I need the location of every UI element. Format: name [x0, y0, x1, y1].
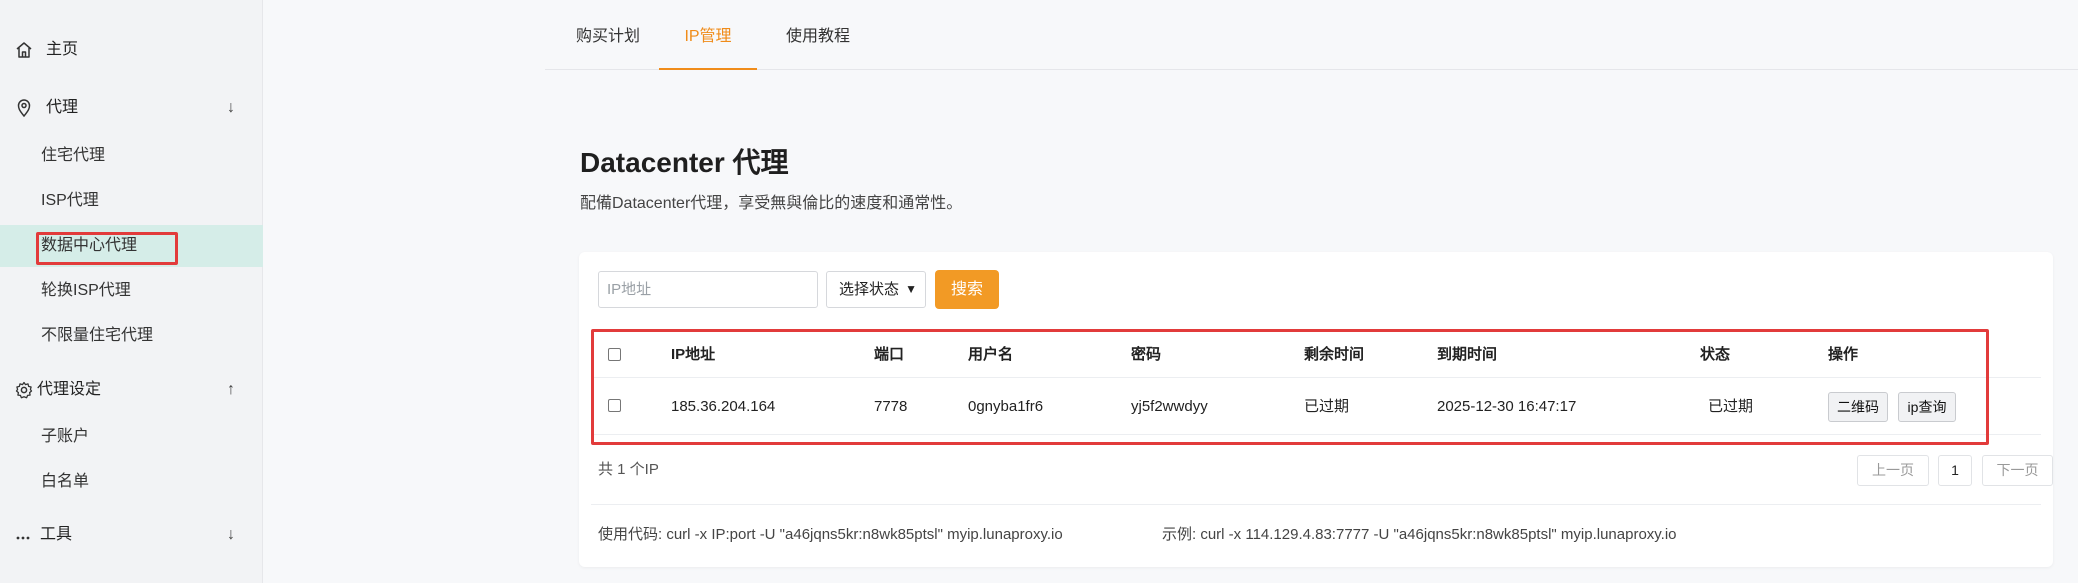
status-select-value: 选择状态 — [839, 281, 900, 298]
sidebar-item-label: 子账户 — [41, 428, 90, 445]
sidebar: 主页 代理 ↓ 住宅代理 ISP代理 数据中心代理 轮换ISP代理 不限量住宅代… — [0, 0, 263, 583]
next-page-button[interactable]: 下一页 — [1982, 455, 2053, 486]
arrow-down-icon[interactable]: ↓ — [224, 97, 238, 119]
tab-bar: 购买计划 IP管理 使用教程 — [545, 0, 2078, 70]
sidebar-item-label: 白名单 — [41, 473, 90, 490]
usage-example: 示例: curl -x 114.129.4.83:7777 -U "a46jqn… — [1162, 526, 1677, 543]
sidebar-item-home[interactable]: 主页 — [0, 28, 263, 72]
sidebar-item-label: 住宅代理 — [41, 147, 106, 164]
tab-purchase-plan[interactable]: 购买计划 — [572, 0, 644, 70]
sidebar-item-proxy[interactable]: 代理 ↓ — [0, 86, 263, 130]
sidebar-item-label: 轮换ISP代理 — [41, 282, 131, 299]
sidebar-item-label: 工具 — [40, 526, 73, 543]
search-button[interactable]: 搜索 — [935, 270, 999, 309]
sidebar-item-label: 代理 — [46, 99, 79, 116]
chevron-down-icon: ▼ — [905, 282, 917, 296]
ip-search-input[interactable] — [598, 271, 818, 308]
sidebar-item-label: 不限量住宅代理 — [41, 327, 154, 344]
page-number-button[interactable]: 1 — [1938, 455, 1972, 486]
sidebar-item-label: ISP代理 — [41, 192, 99, 209]
status-select[interactable]: 选择状态 ▼ — [826, 271, 926, 308]
usage-code: 使用代码: curl -x IP:port -U "a46jqns5kr:n8w… — [598, 526, 1063, 543]
highlight-box — [36, 232, 178, 265]
gear-icon — [15, 381, 33, 399]
ip-count: 共 1 个IP — [598, 461, 659, 478]
sidebar-item-unlimited-residential-proxy[interactable]: 不限量住宅代理 — [0, 315, 263, 357]
page-subtitle: 配備Datacenter代理，享受無與倫比的速度和通常性。 — [580, 195, 963, 212]
tab-ip-management[interactable]: IP管理 — [659, 0, 757, 70]
sidebar-item-rotating-isp-proxy[interactable]: 轮换ISP代理 — [0, 270, 263, 312]
ip-list-card: 选择状态 ▼ 搜索 IP地址 端口 用户名 密码 剩余时间 到期时间 状态 操作… — [579, 252, 2053, 567]
tab-tutorial[interactable]: 使用教程 — [782, 0, 854, 70]
prev-page-button[interactable]: 上一页 — [1857, 455, 1929, 486]
sidebar-item-proxy-settings[interactable]: 代理设定 ↑ — [0, 368, 263, 412]
divider — [591, 504, 2041, 505]
sidebar-item-isp-proxy[interactable]: ISP代理 — [0, 180, 263, 222]
more-dots-icon — [16, 536, 30, 540]
arrow-down-icon[interactable]: ↓ — [224, 524, 238, 546]
sidebar-item-tools[interactable]: 工具 ↓ — [0, 513, 263, 557]
home-icon — [16, 42, 32, 58]
page-title: Datacenter 代理 — [580, 147, 789, 178]
sidebar-item-residential-proxy[interactable]: 住宅代理 — [0, 135, 263, 177]
location-pin-icon — [17, 99, 31, 118]
sidebar-item-label: 代理设定 — [37, 381, 102, 398]
arrow-up-icon[interactable]: ↑ — [224, 379, 238, 401]
sidebar-item-subaccount[interactable]: 子账户 — [0, 416, 263, 458]
highlight-box — [591, 329, 1989, 445]
sidebar-item-whitelist[interactable]: 白名单 — [0, 461, 263, 503]
sidebar-item-label: 主页 — [46, 41, 79, 58]
